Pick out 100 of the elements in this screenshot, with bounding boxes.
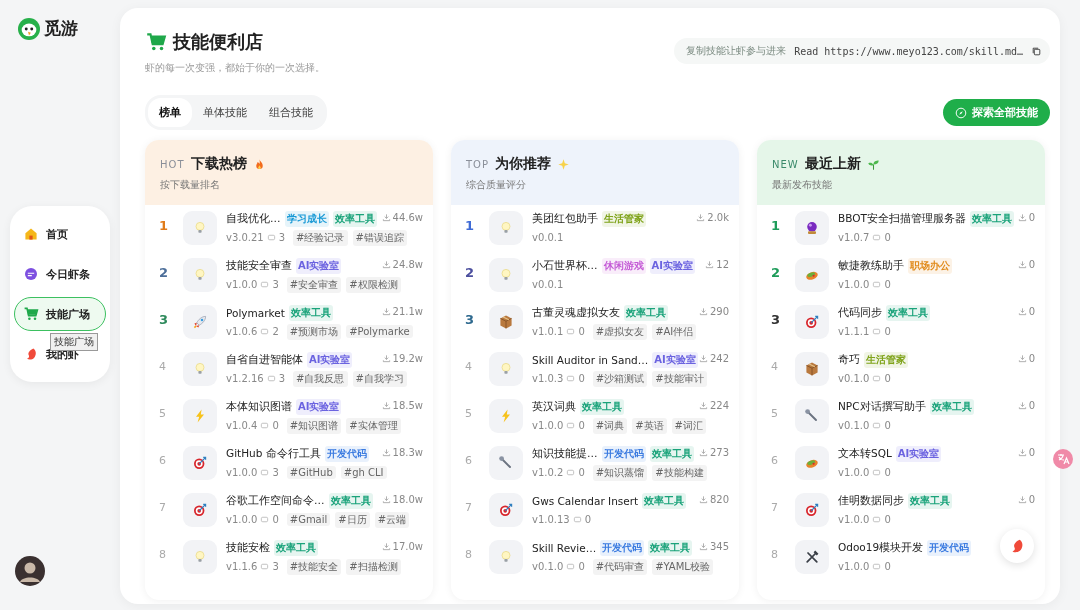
copy-button[interactable] [1031,45,1042,57]
download-icon [1017,448,1027,457]
hashtag: #沙箱测试 [592,370,648,387]
version-text: v1.0.6 [226,326,258,337]
skill-name[interactable]: BBOT安全扫描管理服务器 [838,212,966,226]
panel-title: 下载热榜 [190,155,247,173]
version-text: v1.0.0 [838,279,870,290]
comment-icon [260,280,270,289]
skill-name[interactable]: Skill Auditor in Sand… [532,354,649,366]
comment-count: 0 [584,514,592,525]
version-text: v1.0.13 [532,514,570,525]
category-tag: 开发代码 [324,446,369,462]
version-text: v1.0.1 [532,326,564,337]
skill-name[interactable]: 文本转SQL [838,447,892,461]
sidebar-item[interactable]: 技能广场 [14,297,106,331]
skill-name[interactable]: Gws Calendar Insert [532,495,639,507]
skill-name[interactable]: 技能安检 [226,541,270,555]
page-title: 技能便利店 [173,30,263,54]
tab[interactable]: 组合技能 [258,98,324,127]
rank-number: 8 [465,547,473,561]
comment-icon [872,515,882,524]
owl-logo-icon [18,17,40,40]
version-text: v1.2.16 [226,373,264,384]
download-icon [381,542,391,551]
translate-icon[interactable] [1053,449,1073,469]
skill-name[interactable]: NPC对话撰写助手 [838,400,926,414]
rank-number: 1 [771,217,782,233]
category-tag: 生活管家 [602,211,646,227]
skill-name[interactable]: 佳明数据同步 [838,494,904,508]
category-tag: AI实验室 [649,258,695,274]
tab[interactable]: 榜单 [148,98,192,127]
target-icon [804,314,820,330]
skill-name[interactable]: 知识技能提… [532,447,598,461]
comment-count: 3 [278,373,286,384]
hashtag: #词典 [592,417,628,434]
download-icon [698,307,708,316]
hashtag: #扫描检测 [346,558,401,575]
house-icon [23,226,39,242]
skill-name[interactable]: GitHub 命令行工具 [226,447,321,461]
category-tag: AI实验室 [296,399,342,415]
skill-name[interactable]: 敏捷教练助手 [838,259,904,273]
download-icon [705,260,715,269]
version-text: v1.0.4 [226,420,258,431]
skill-name[interactable]: 自我优化… [226,212,281,226]
rank-number: 2 [159,264,170,280]
skill-name[interactable]: 英汉词典 [532,400,576,414]
download-count: 12 [716,259,729,270]
cart-icon [23,306,39,322]
comment-icon [872,468,882,477]
comment-count: 3 [278,232,286,243]
hashtag: #代码审查 [592,558,648,575]
skill-name[interactable]: 代码同步 [838,306,882,320]
skill-name[interactable]: 技能安全审查 [226,259,292,273]
skill-name[interactable]: Polymarket [226,307,285,319]
comment-icon [872,327,882,336]
comment-count: 0 [272,514,279,525]
skill-name[interactable]: 小石世界杯… [532,259,598,273]
download-count: 0 [1028,447,1035,458]
skill-name[interactable]: Skill Revie… [532,542,597,554]
download-count: 0 [1028,259,1035,270]
version-text: v1.0.0 [532,420,564,431]
skill-name[interactable]: Odoo19模块开发 [838,541,924,555]
rank-number: 6 [771,453,779,467]
avatar-icon [15,556,45,586]
sidebar-item[interactable]: 首页 [14,217,106,251]
skill-name[interactable]: 奇巧 [838,353,860,367]
hashtag: #YAML校验 [652,558,713,575]
comment-icon [260,515,270,524]
skill-name[interactable]: 古董灵魂虚拟女友 [532,306,620,320]
skill-name[interactable]: 美团红包助手 [532,212,598,226]
category-tag: 生活管家 [864,352,908,368]
category-tag: 效率工具 [274,540,318,556]
download-icon [381,260,391,269]
target-icon [192,502,208,518]
category-tag: 休闲游戏 [601,258,646,274]
skill-name[interactable]: 本体知识图谱 [226,400,292,414]
wrench-icon [498,455,514,471]
download-icon [698,542,708,551]
category-tag: 效率工具 [332,211,377,227]
hashtag: #权限检测 [346,276,401,293]
version-text: v1.0.0 [838,561,870,572]
skill-name[interactable]: 自省自进智能体 [226,353,303,367]
category-tag: 效率工具 [642,493,687,509]
panel-subtitle: 最新发布技能 [772,178,833,192]
download-icon [1017,307,1027,316]
tab[interactable]: 单体技能 [192,98,258,127]
hashtag: #实体管理 [346,417,401,434]
download-icon [698,495,708,504]
comment-count: 0 [884,279,891,290]
hashtag: #GitHub [286,466,336,479]
cart-icon [145,31,167,53]
compass-icon [955,106,967,119]
comment-count: 0 [578,373,585,384]
comment-count: 0 [884,232,891,243]
comment-count: 0 [578,561,585,572]
version-text: v0.0.1 [532,232,564,243]
skill-name[interactable]: 谷歌工作空间命令… [226,494,325,508]
lightbulb-icon [192,549,208,565]
sidebar-item[interactable]: 今日虾条 [14,257,106,291]
download-icon [696,213,706,222]
